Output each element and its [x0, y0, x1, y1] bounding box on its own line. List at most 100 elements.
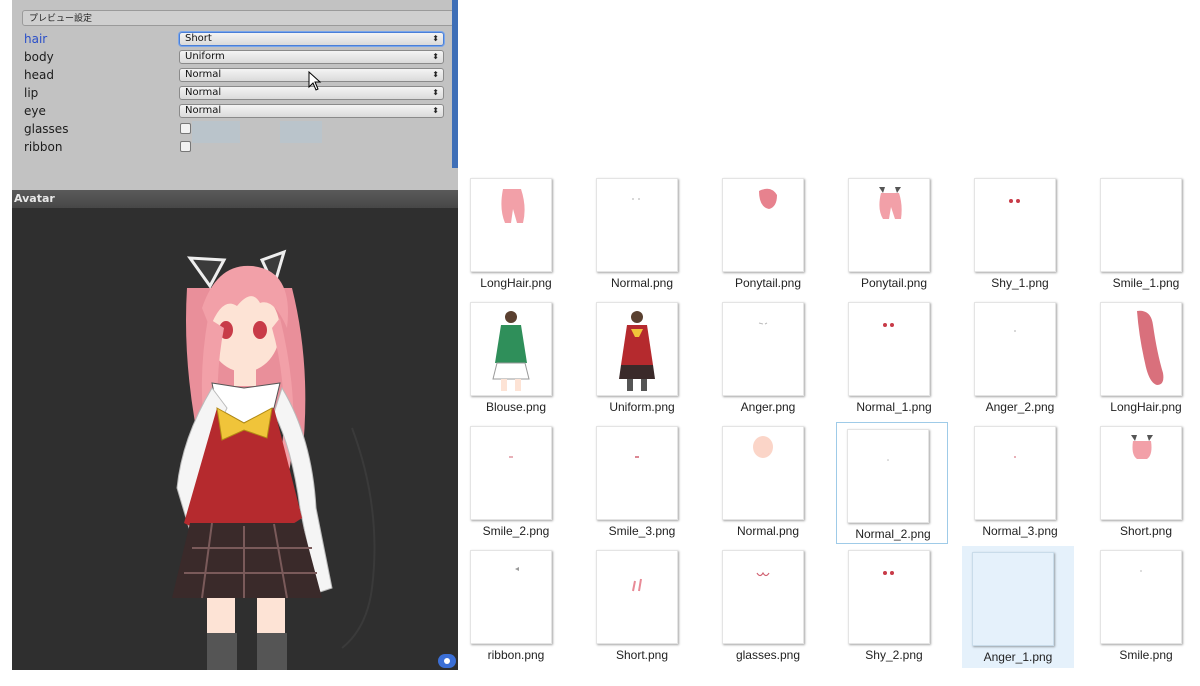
file-name: Normal.png — [610, 276, 674, 290]
file-thumbnail — [596, 550, 678, 644]
file-item[interactable]: Ponytail.png — [712, 172, 824, 294]
avatar-character-image — [172, 249, 376, 670]
file-item[interactable]: Ponytail.png — [838, 172, 950, 294]
face-part-thumbnail-icon — [632, 198, 640, 200]
file-item[interactable]: Blouse.png — [460, 296, 572, 418]
file-item[interactable]: Normal_1.png — [838, 296, 950, 418]
file-item[interactable]: Anger_2.png — [964, 296, 1076, 418]
file-thumbnail — [974, 426, 1056, 520]
file-name: ribbon.png — [487, 648, 545, 662]
face-part-thumbnail-icon — [1014, 456, 1016, 458]
body-thumbnail-icon — [492, 311, 530, 391]
glasses-label: glasses — [24, 122, 69, 136]
file-item[interactable]: Normal.png — [586, 172, 698, 294]
file-item[interactable]: glasses.png — [712, 544, 824, 666]
file-name: Ponytail.png — [734, 276, 802, 290]
file-name: Normal.png — [736, 524, 800, 538]
panel-header: プレビュー設定 — [22, 10, 454, 26]
face-part-thumbnail-icon — [883, 571, 894, 575]
body-label: body — [24, 50, 54, 64]
file-name: LongHair.png — [480, 276, 552, 290]
face-part-thumbnail-icon — [1009, 199, 1020, 203]
face-part-thumbnail-icon — [1140, 570, 1142, 572]
file-item[interactable]: LongHair.png — [460, 172, 572, 294]
file-item[interactable]: Normal.png — [712, 420, 824, 542]
file-thumbnail — [722, 178, 804, 272]
file-name: LongHair.png — [1110, 400, 1182, 414]
file-name: Anger.png — [740, 400, 796, 414]
avatar-panel-title: Avatar — [12, 190, 458, 208]
file-thumbnail — [1100, 426, 1182, 520]
mouse-cursor-icon — [308, 71, 322, 91]
file-name: Smile_3.png — [608, 524, 676, 538]
tag-icon[interactable] — [438, 654, 456, 668]
file-item-selected[interactable]: Anger_1.png — [962, 546, 1074, 668]
file-item-hovered[interactable]: Normal_2.png — [836, 422, 948, 544]
file-item[interactable]: Uniform.png — [586, 296, 698, 418]
hair-thumbnail-icon — [759, 188, 777, 209]
file-name: Anger_2.png — [985, 400, 1055, 414]
file-item[interactable]: Shy_2.png — [838, 544, 950, 666]
file-item[interactable]: Smile.png — [1090, 544, 1200, 666]
face-part-thumbnail-icon — [758, 322, 768, 325]
file-name: Short.png — [615, 648, 669, 662]
file-thumbnail — [1100, 302, 1182, 396]
file-thumbnail — [722, 550, 804, 644]
file-item[interactable]: Smile_2.png — [460, 420, 572, 542]
file-thumbnail — [848, 550, 930, 644]
file-thumbnail — [470, 550, 552, 644]
face-part-thumbnail-icon — [509, 456, 513, 458]
hair-thumbnail-icon — [879, 187, 902, 219]
file-name: Normal_3.png — [982, 524, 1058, 538]
file-item[interactable]: LongHair.png — [1090, 296, 1200, 418]
scrollbar[interactable] — [452, 0, 458, 168]
file-thumbnail — [1100, 178, 1182, 272]
body-value: Uniform — [185, 51, 225, 62]
file-item[interactable]: Smile_3.png — [586, 420, 698, 542]
ghost-highlight — [192, 121, 240, 143]
avatar-preview — [12, 208, 458, 670]
file-thumbnail — [848, 178, 930, 272]
body-thumbnail-icon — [619, 311, 655, 391]
file-thumbnail — [596, 178, 678, 272]
dropdown-arrow-icon: ⬍ — [432, 52, 439, 61]
file-item[interactable]: ribbon.png — [460, 544, 572, 666]
preview-settings-panel: プレビュー設定 hair Short ⬍ body Uniform ⬍ head… — [12, 0, 458, 190]
body-dropdown[interactable]: Uniform ⬍ — [179, 50, 444, 64]
glasses-checkbox[interactable] — [180, 123, 191, 134]
head-label: head — [24, 68, 54, 82]
file-item[interactable]: Short.png — [1090, 420, 1200, 542]
ribbon-thumbnail-icon — [515, 567, 519, 571]
ribbon-label: ribbon — [24, 140, 63, 154]
file-item[interactable]: Shy_1.png — [964, 172, 1076, 294]
file-item[interactable]: Anger.png — [712, 296, 824, 418]
eye-label: eye — [24, 104, 46, 118]
file-thumbnail — [848, 302, 930, 396]
file-name: Uniform.png — [609, 400, 675, 414]
head-value: Normal — [185, 69, 222, 80]
file-thumbnail — [722, 426, 804, 520]
hair-thumbnail-icon — [1131, 435, 1153, 459]
face-part-thumbnail-icon — [1014, 330, 1016, 332]
face-part-thumbnail-icon — [635, 456, 639, 458]
lip-label: lip — [24, 86, 39, 100]
hair-thumbnail-icon — [632, 578, 642, 592]
file-name: Smile_1.png — [1112, 276, 1180, 290]
file-name: Smile.png — [1119, 648, 1173, 662]
file-item[interactable]: Short.png — [586, 544, 698, 666]
head-thumbnail-icon — [753, 436, 773, 458]
ribbon-checkbox[interactable] — [180, 141, 191, 152]
file-name: Shy_2.png — [865, 648, 923, 662]
file-thumbnail — [847, 429, 929, 523]
hair-dropdown[interactable]: Short ⬍ — [179, 32, 444, 46]
lip-value: Normal — [185, 87, 222, 98]
file-item[interactable]: Normal_3.png — [964, 420, 1076, 542]
dropdown-arrow-icon: ⬍ — [432, 34, 439, 43]
file-name: Normal_2.png — [855, 527, 931, 541]
file-thumbnail — [974, 302, 1056, 396]
dropdown-arrow-icon: ⬍ — [432, 88, 439, 97]
file-thumbnail — [596, 426, 678, 520]
hair-thumbnail-icon — [501, 189, 525, 223]
file-item[interactable]: Smile_1.png — [1090, 172, 1200, 294]
eye-dropdown[interactable]: Normal ⬍ — [179, 104, 444, 118]
